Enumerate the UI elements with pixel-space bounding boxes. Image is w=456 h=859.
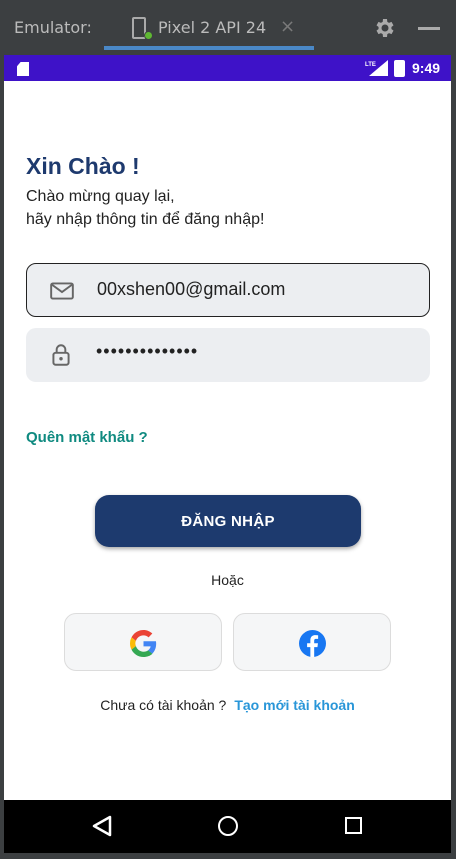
phone-screen: LTE 9:49 Xin Chào ! Chào mừng quay lại, … bbox=[4, 55, 451, 853]
gear-icon[interactable] bbox=[372, 16, 396, 40]
login-button[interactable]: ĐĂNG NHẬP bbox=[95, 495, 361, 547]
status-bar: LTE 9:49 bbox=[4, 55, 451, 81]
lock-icon bbox=[52, 344, 70, 366]
battery-icon bbox=[394, 60, 405, 77]
mail-icon bbox=[50, 282, 74, 300]
google-icon bbox=[130, 630, 157, 657]
page-title: Xin Chào ! bbox=[26, 153, 140, 179]
home-icon[interactable] bbox=[218, 816, 238, 836]
create-account-link[interactable]: Tạo mới tài khoản bbox=[234, 697, 354, 713]
device-tab[interactable]: Pixel 2 API 24 × bbox=[104, 8, 314, 51]
sd-card-icon bbox=[17, 62, 29, 76]
device-online-indicator bbox=[144, 31, 153, 40]
welcome-line-1: Chào mừng quay lại, bbox=[26, 188, 175, 205]
no-account-text: Chưa có tài khoản ? bbox=[100, 697, 227, 713]
google-login-button[interactable] bbox=[64, 613, 222, 671]
minimize-icon[interactable] bbox=[418, 27, 440, 30]
or-divider-label: Hoặc bbox=[211, 572, 244, 588]
back-icon[interactable] bbox=[92, 815, 112, 837]
emulator-toolbar: Emulator: Pixel 2 API 24 × bbox=[0, 0, 456, 55]
password-field[interactable]: •••••••••••••• bbox=[26, 328, 430, 382]
forgot-password-link[interactable]: Quên mật khẩu ? bbox=[26, 429, 148, 446]
welcome-line-2: hãy nhập thông tin để đăng nhập! bbox=[26, 211, 265, 228]
email-value: 00xshen00@gmail.com bbox=[97, 279, 286, 299]
close-icon[interactable]: × bbox=[280, 16, 295, 37]
signup-row: Chưa có tài khoản ? Tạo mới tài khoản bbox=[4, 697, 451, 713]
welcome-text: Chào mừng quay lại, hãy nhập thông tin đ… bbox=[26, 185, 264, 231]
emulator-title: Emulator: bbox=[14, 18, 92, 37]
android-nav-bar bbox=[4, 800, 451, 853]
facebook-icon bbox=[299, 630, 326, 657]
email-field[interactable]: 00xshen00@gmail.com bbox=[26, 263, 430, 317]
lte-signal-icon: LTE bbox=[365, 60, 388, 76]
recents-icon[interactable] bbox=[345, 817, 362, 834]
facebook-login-button[interactable] bbox=[233, 613, 391, 671]
network-type: LTE bbox=[365, 62, 376, 68]
device-tab-label: Pixel 2 API 24 bbox=[158, 18, 267, 37]
password-value: •••••••••••••• bbox=[96, 341, 199, 361]
device-tab-indicator bbox=[104, 46, 314, 50]
status-time: 9:49 bbox=[412, 60, 441, 76]
